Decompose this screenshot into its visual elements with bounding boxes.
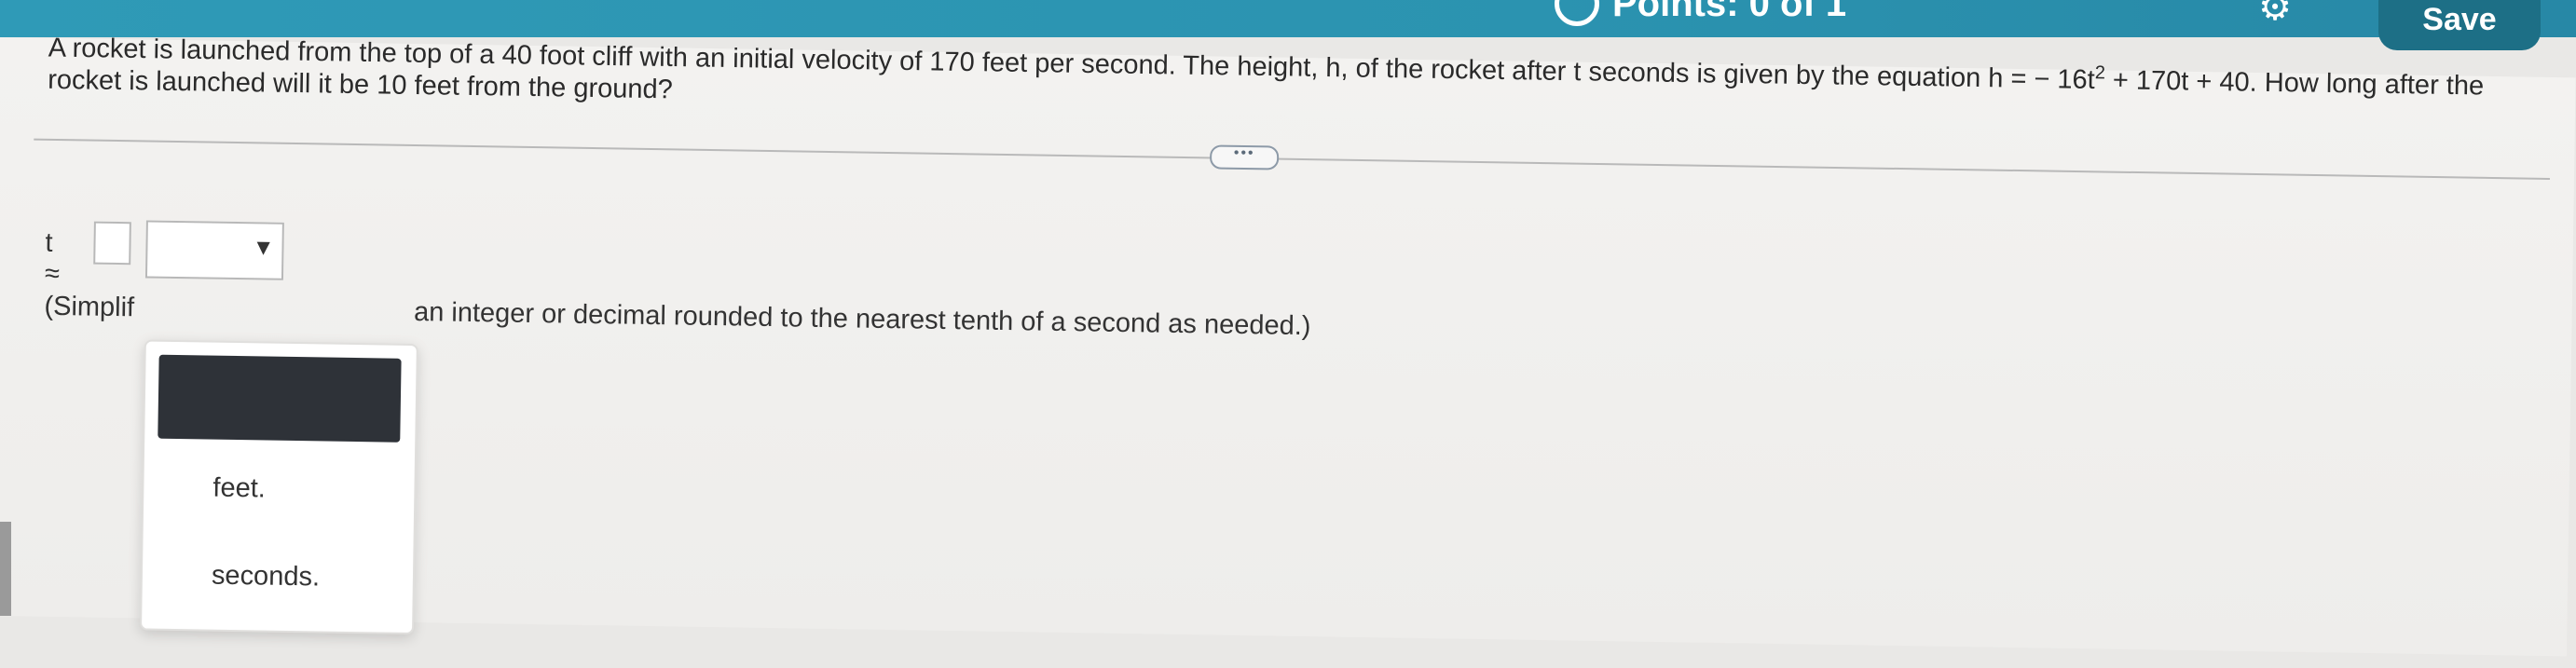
- dropdown-option-feet[interactable]: feet.: [212, 473, 266, 505]
- answer-input[interactable]: [93, 221, 131, 266]
- instructions-prefix: (Simplif: [44, 291, 135, 323]
- answer-row: t ≈ ▼: [45, 220, 284, 289]
- instructions-suffix: an integer or decimal rounded to the nea…: [413, 297, 1311, 342]
- dropdown-option-seconds[interactable]: seconds.: [212, 561, 321, 593]
- unit-select[interactable]: ▼: [144, 220, 284, 280]
- chevron-down-icon: ▼: [252, 235, 275, 261]
- variable-label: t ≈: [44, 227, 61, 290]
- save-button[interactable]: Save: [2378, 0, 2541, 50]
- points-label: Points: 0 of 1: [1612, 0, 1847, 24]
- instructions-text: (Simplif an integer or decimal rounded to…: [44, 291, 1311, 342]
- gear-icon[interactable]: ⚙: [2254, 0, 2296, 26]
- dropdown-option-blank[interactable]: [158, 354, 402, 443]
- expand-button[interactable]: •••: [1209, 144, 1280, 170]
- progress-circle-icon: [1555, 0, 1599, 26]
- unit-dropdown-menu: feet. seconds.: [140, 339, 418, 635]
- question-panel: A rocket is launched from the top of a 4…: [0, 33, 2576, 657]
- exponent: 2: [2094, 62, 2106, 84]
- divider: [34, 138, 2550, 180]
- screen-edge: [0, 522, 11, 616]
- question-text: A rocket is launched from the top of a 4…: [48, 25, 2546, 135]
